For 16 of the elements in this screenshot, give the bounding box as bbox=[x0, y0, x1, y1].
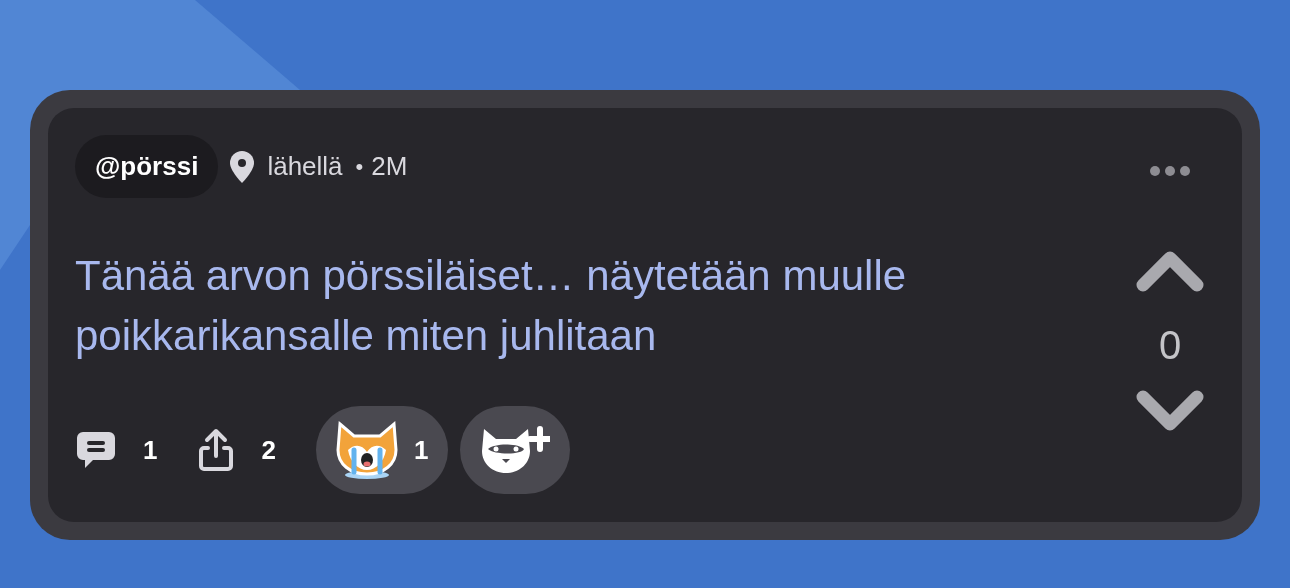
comment-count: 1 bbox=[143, 433, 158, 467]
location-text: lähellä bbox=[267, 150, 343, 183]
separator-dot: • bbox=[355, 153, 364, 181]
more-icon[interactable] bbox=[1149, 165, 1191, 177]
reaction-button[interactable]: 1 bbox=[315, 406, 449, 494]
upvote-icon[interactable] bbox=[1135, 249, 1205, 293]
vote-score: 0 bbox=[1158, 322, 1182, 369]
downvote-icon[interactable] bbox=[1135, 389, 1205, 433]
post-text: Tänää arvon pörssiläiset… näytetään muulle poikkarikansalle miten juhlitaan bbox=[75, 251, 908, 361]
post-time: 2M bbox=[371, 150, 408, 183]
add-reaction-icon bbox=[480, 425, 551, 475]
location-pin-icon bbox=[230, 150, 255, 183]
share-icon bbox=[197, 428, 236, 472]
share-count: 2 bbox=[261, 433, 276, 467]
comment-icon bbox=[75, 429, 117, 471]
author-tag[interactable]: @pörssi bbox=[75, 135, 219, 198]
